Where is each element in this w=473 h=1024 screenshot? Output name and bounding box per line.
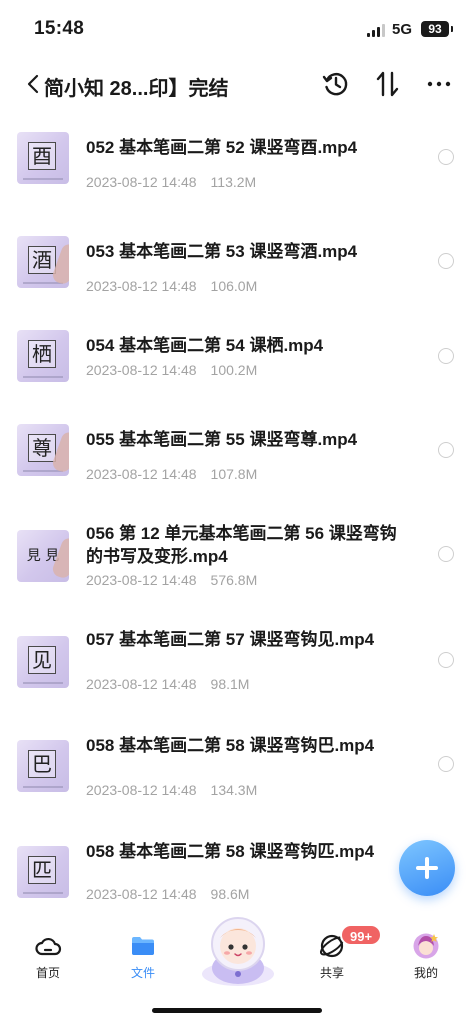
file-size: 113.2M <box>210 174 257 190</box>
file-size: 134.3M <box>210 782 258 798</box>
video-thumbnail: 匹 <box>17 846 69 898</box>
status-time: 15:48 <box>34 18 85 39</box>
folder-icon <box>132 937 154 955</box>
video-thumbnail: 见 <box>17 636 69 688</box>
select-radio[interactable] <box>438 149 454 165</box>
video-thumbnail: 見 見 <box>17 530 69 582</box>
file-size: 576.8M <box>210 572 258 588</box>
mascot-button[interactable] <box>194 904 282 992</box>
file-name: 055 基本笔画二第 55 课竖弯尊.mp4 <box>86 430 358 449</box>
file-item[interactable]: 見 見 056 第 12 单元基本笔画二第 56 课竖弯钩的书写及变形.mp4 … <box>0 512 473 612</box>
file-list: 酉 052 基本笔画二第 52 课竖弯酉.mp4 2023-08-12 14:4… <box>0 112 473 912</box>
mascot-icon <box>202 917 274 986</box>
home-indicator <box>152 1008 322 1013</box>
nav-bar: 简小知 28...印】完结 <box>0 62 473 106</box>
select-radio[interactable] <box>438 253 454 269</box>
avatar-icon <box>413 933 439 959</box>
file-name: 058 基本笔画二第 58 课竖弯钩匹.mp4 <box>86 842 375 861</box>
tab-label: 我的 <box>413 966 438 980</box>
file-name: 056 第 12 单元基本笔画二第 56 课竖弯钩的书写及变形.mp4 <box>86 524 397 566</box>
cloud-icon <box>35 937 62 956</box>
file-date: 2023-08-12 14:48 <box>86 676 197 692</box>
video-thumbnail: 酒 <box>17 236 69 288</box>
tab-label: 文件 <box>130 966 155 980</box>
select-radio[interactable] <box>438 442 454 458</box>
tab-label: 首页 <box>35 966 60 980</box>
file-meta: 2023-08-12 14:48 106.0M <box>86 278 257 294</box>
network-label: 5G <box>392 21 413 38</box>
file-meta: 2023-08-12 14:48 107.8M <box>86 466 257 482</box>
file-size: 100.2M <box>210 362 258 378</box>
select-radio[interactable] <box>438 652 454 668</box>
signal-icon <box>367 24 387 37</box>
file-meta: 2023-08-12 14:48 100.2M <box>86 362 257 378</box>
history-button[interactable] <box>320 68 352 100</box>
notification-badge: 99+ <box>340 924 383 946</box>
video-thumbnail: 巴 <box>17 740 69 792</box>
file-date: 2023-08-12 14:48 <box>86 362 197 378</box>
file-size: 106.0M <box>210 278 258 294</box>
file-item[interactable]: 酉 052 基本笔画二第 52 课竖弯酉.mp4 2023-08-12 14:4… <box>0 112 473 212</box>
tab-files[interactable]: 文件 <box>108 930 178 986</box>
file-meta: 2023-08-12 14:48 113.2M <box>86 174 256 190</box>
tab-mine[interactable]: 我的 <box>391 930 461 986</box>
file-meta: 2023-08-12 14:48 98.1M <box>86 676 249 692</box>
more-icon <box>427 81 451 87</box>
file-name: 053 基本笔画二第 53 课竖弯酒.mp4 <box>86 242 358 261</box>
chevron-left-icon <box>27 74 39 94</box>
status-bar: 15:48 5G 93 <box>0 0 473 60</box>
tab-home[interactable]: 首页 <box>13 930 83 986</box>
file-item[interactable]: 栖 054 基本笔画二第 54 课栖.mp4 2023-08-12 14:48 1… <box>0 312 473 412</box>
file-date: 2023-08-12 14:48 <box>86 886 197 902</box>
file-name: 057 基本笔画二第 57 课竖弯钩见.mp4 <box>86 630 375 649</box>
file-date: 2023-08-12 14:48 <box>86 174 197 190</box>
file-date: 2023-08-12 14:48 <box>86 572 197 588</box>
video-thumbnail: 尊 <box>17 424 69 476</box>
sort-icon <box>376 71 399 97</box>
file-name: 058 基本笔画二第 58 课竖弯钩巴.mp4 <box>86 736 375 755</box>
file-date: 2023-08-12 14:48 <box>86 782 197 798</box>
file-size: 98.1M <box>210 676 250 692</box>
battery-icon: 93 <box>421 21 453 37</box>
file-meta: 2023-08-12 14:48 134.3M <box>86 782 257 798</box>
file-item[interactable]: 巴 058 基本笔画二第 58 课竖弯钩巴.mp4 2023-08-12 14:… <box>0 724 473 824</box>
file-date: 2023-08-12 14:48 <box>86 466 197 482</box>
file-item[interactable]: 尊 055 基本笔画二第 55 课竖弯尊.mp4 2023-08-12 14:4… <box>0 408 473 508</box>
file-meta: 2023-08-12 14:48 98.6M <box>86 886 249 902</box>
tab-label: 共享 <box>319 966 344 980</box>
select-radio[interactable] <box>438 756 454 772</box>
file-date: 2023-08-12 14:48 <box>86 278 197 294</box>
file-item[interactable]: 见 057 基本笔画二第 57 课竖弯钩见.mp4 2023-08-12 14:… <box>0 618 473 718</box>
add-button[interactable] <box>399 840 455 896</box>
file-name: 054 基本笔画二第 54 课栖.mp4 <box>86 336 324 355</box>
select-radio[interactable] <box>438 546 454 562</box>
video-thumbnail: 酉 <box>17 132 69 184</box>
video-thumbnail: 栖 <box>17 330 69 382</box>
sort-button[interactable] <box>372 68 404 100</box>
file-item[interactable]: 酒 053 基本笔画二第 53 课竖弯酒.mp4 2023-08-12 14:4… <box>0 216 473 316</box>
file-size: 107.8M <box>210 466 258 482</box>
history-icon <box>322 73 348 96</box>
file-name: 052 基本笔画二第 52 课竖弯酉.mp4 <box>86 138 358 157</box>
file-meta: 2023-08-12 14:48 576.8M <box>86 572 257 588</box>
file-size: 98.6M <box>210 886 250 902</box>
page-title: 简小知 28...印】完结 <box>44 78 229 100</box>
select-radio[interactable] <box>438 348 454 364</box>
more-button[interactable] <box>424 68 456 100</box>
back-button[interactable] <box>24 70 44 98</box>
